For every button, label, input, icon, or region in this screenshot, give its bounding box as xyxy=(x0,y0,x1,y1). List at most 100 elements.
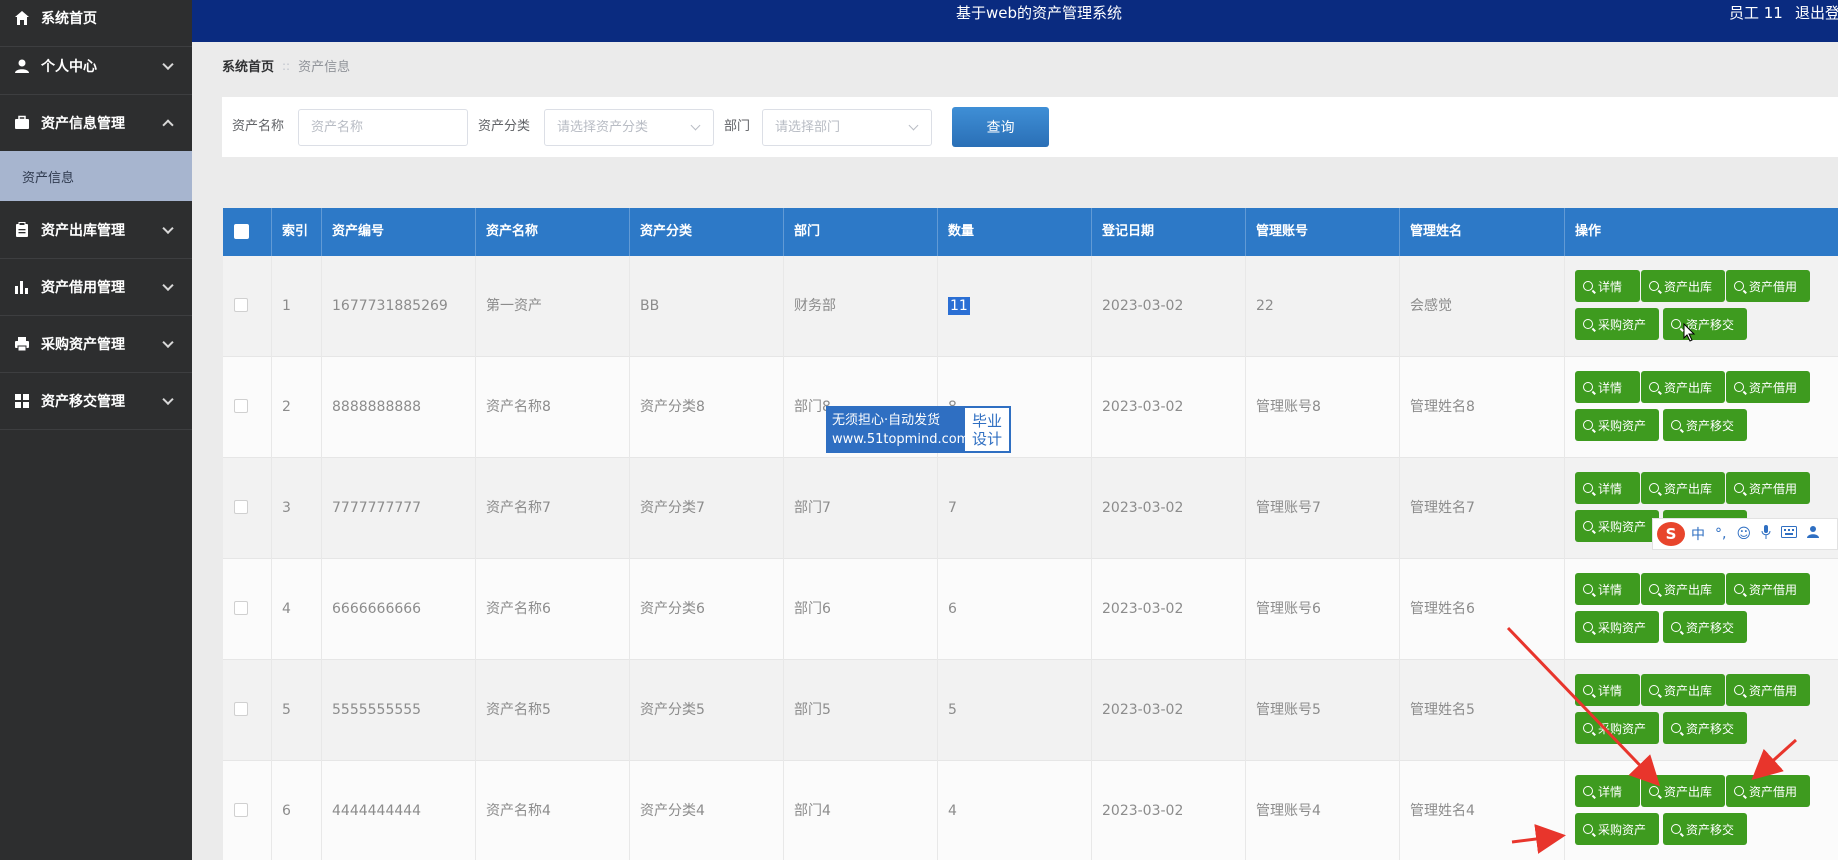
clipboard-icon xyxy=(14,222,30,238)
outbound-button[interactable]: 资产出库 xyxy=(1641,674,1725,706)
department-label: 部门 xyxy=(724,119,751,134)
purchase-button[interactable]: 采购资产 xyxy=(1575,712,1659,744)
search-icon xyxy=(1583,824,1593,834)
row-checkbox[interactable] xyxy=(234,702,248,716)
borrow-button[interactable]: 资产借用 xyxy=(1726,674,1810,706)
search-icon xyxy=(1583,622,1593,632)
detail-button[interactable]: 详情 xyxy=(1575,371,1640,403)
cell-manager: 管理姓名5 xyxy=(1400,660,1565,761)
sidebar-item-personal[interactable]: 个人中心 xyxy=(0,38,192,95)
search-icon xyxy=(1583,521,1593,531)
sidebar-item-label: 资产出库管理 xyxy=(41,223,125,239)
ime-punct-toggle[interactable]: °, xyxy=(1715,526,1726,542)
table-row[interactable]: 6 4444444444 资产名称4 资产分类4 部门4 4 2023-03-02 管理账号4… xyxy=(223,761,1838,860)
sidebar-item-asset-borrow[interactable]: 资产借用管理 xyxy=(0,259,192,316)
transfer-button[interactable]: 资产移交 xyxy=(1663,813,1747,845)
row-actions: 详情 资产出库 资产借用采购资产 资产移交 xyxy=(1565,761,1838,860)
table-row[interactable]: 28888888888资产名称8资产分类8部门882023-03-02管理账号8… xyxy=(223,357,1838,458)
department-select[interactable]: 请选择部门 xyxy=(762,109,932,146)
table-row[interactable]: 5 5555555555 资产名称5 资产分类5 部门5 5 2023-03-02 管理账号5… xyxy=(223,660,1838,761)
cell-category: 资产分类7 xyxy=(630,458,784,559)
purchase-button[interactable]: 采购资产 xyxy=(1575,510,1659,542)
purchase-button[interactable]: 采购资产 xyxy=(1575,409,1659,441)
breadcrumb-home[interactable]: 系统首页 xyxy=(222,56,274,75)
logout-link[interactable]: 退出登 xyxy=(1795,2,1838,23)
cell-date: 2023-03-02 xyxy=(1092,761,1246,860)
action-label: 详情 xyxy=(1598,683,1623,698)
table-row[interactable]: 3 7777777777 资产名称7 资产分类7 部门7 7 2023-03-02 管理账号7… xyxy=(223,458,1838,559)
search-icon xyxy=(1583,420,1593,430)
cell-index-text: 3 xyxy=(282,500,291,516)
asset-name-input[interactable]: 资产名称 xyxy=(298,109,468,146)
breadcrumb-separator: :: xyxy=(282,58,291,73)
row-checkbox[interactable] xyxy=(234,601,248,615)
emoji-icon[interactable]: ☺ xyxy=(1736,526,1751,542)
search-icon xyxy=(1734,281,1744,291)
detail-button[interactable]: 详情 xyxy=(1575,472,1640,504)
watermark-right2: 设计 xyxy=(971,429,1002,448)
action-label: 资产出库 xyxy=(1664,582,1713,597)
top-header: 基于web的资产管理系统 员工 11 退出登 xyxy=(192,0,1838,42)
borrow-button[interactable]: 资产借用 xyxy=(1726,573,1810,605)
action-label: 资产移交 xyxy=(1686,822,1735,837)
sogou-logo-icon[interactable]: S xyxy=(1657,522,1685,546)
borrow-button[interactable]: 资产借用 xyxy=(1726,775,1810,807)
asset-category-select[interactable]: 请选择资产分类 xyxy=(544,109,714,146)
row-checkbox[interactable] xyxy=(234,298,248,312)
col-qty: 数量 xyxy=(938,208,1092,256)
action-label: 资产出库 xyxy=(1664,481,1713,496)
borrow-button[interactable]: 资产借用 xyxy=(1726,472,1810,504)
row-checkbox[interactable] xyxy=(234,399,248,413)
outbound-button[interactable]: 资产出库 xyxy=(1641,573,1725,605)
outbound-button[interactable]: 资产出库 xyxy=(1641,270,1725,302)
borrow-button[interactable]: 资产借用 xyxy=(1726,371,1810,403)
table-row[interactable]: 4 6666666666 资产名称6 资产分类6 部门6 6 2023-03-02 管理账号6… xyxy=(223,559,1838,660)
detail-button[interactable]: 详情 xyxy=(1575,775,1640,807)
cell-dept-text: 部门7 xyxy=(794,500,831,516)
transfer-button[interactable]: 资产移交 xyxy=(1663,611,1747,643)
ime-lang-toggle[interactable]: 中 xyxy=(1691,524,1705,544)
table-row[interactable]: 1 1677731885269 第一资产 BB 财务部 11 2023-03-02 22 会感觉… xyxy=(223,256,1838,357)
outbound-button[interactable]: 资产出库 xyxy=(1641,472,1725,504)
cell-date: 2023-03-02 xyxy=(1092,256,1246,357)
outbound-button[interactable]: 资产出库 xyxy=(1641,371,1725,403)
detail-button[interactable]: 详情 xyxy=(1575,573,1640,605)
select-all-checkbox[interactable] xyxy=(234,224,249,239)
sidebar-item-asset-info[interactable]: 资产信息管理 xyxy=(0,95,192,152)
outbound-button[interactable]: 资产出库 xyxy=(1641,775,1725,807)
row-checkbox[interactable] xyxy=(234,803,248,817)
detail-button[interactable]: 详情 xyxy=(1575,270,1640,302)
row-select-cell xyxy=(223,256,272,357)
search-icon xyxy=(1583,319,1593,329)
sidebar-item-asset-outbound[interactable]: 资产出库管理 xyxy=(0,202,192,259)
search-icon xyxy=(1583,723,1593,733)
cell-account: 管理账号5 xyxy=(1246,660,1400,761)
action-label: 资产移交 xyxy=(1686,418,1735,433)
microphone-icon[interactable] xyxy=(1761,525,1771,543)
sidebar-item-purchase[interactable]: 采购资产管理 xyxy=(0,316,192,373)
transfer-button[interactable]: 资产移交 xyxy=(1663,409,1747,441)
search-icon xyxy=(1583,786,1593,796)
sidebar-item-transfer[interactable]: 资产移交管理 xyxy=(0,373,192,430)
sidebar-subitem-asset-info[interactable]: 资产信息 xyxy=(0,151,192,201)
detail-button[interactable]: 详情 xyxy=(1575,674,1640,706)
cell-dept-text: 部门4 xyxy=(794,803,831,819)
transfer-button[interactable]: 资产移交 xyxy=(1663,308,1747,340)
cell-dept-text: 部门6 xyxy=(794,601,831,617)
cell-name: 资产名称6 xyxy=(476,559,630,660)
row-checkbox[interactable] xyxy=(234,500,248,514)
cell-qty: 11 xyxy=(938,256,1092,357)
cell-manager: 管理姓名8 xyxy=(1400,357,1565,458)
col-date: 登记日期 xyxy=(1092,208,1246,256)
search-panel: 资产名称 资产名称 资产分类 请选择资产分类 部门 请选择部门 查询 xyxy=(222,97,1838,157)
purchase-button[interactable]: 采购资产 xyxy=(1575,611,1659,643)
purchase-button[interactable]: 采购资产 xyxy=(1575,813,1659,845)
borrow-button[interactable]: 资产借用 xyxy=(1726,270,1810,302)
purchase-button[interactable]: 采购资产 xyxy=(1575,308,1659,340)
cell-index: 4 xyxy=(272,559,322,660)
user-settings-icon[interactable] xyxy=(1807,525,1821,543)
search-icon xyxy=(1583,281,1593,291)
transfer-button[interactable]: 资产移交 xyxy=(1663,712,1747,744)
keyboard-icon[interactable] xyxy=(1781,526,1798,542)
query-button[interactable]: 查询 xyxy=(952,107,1049,147)
